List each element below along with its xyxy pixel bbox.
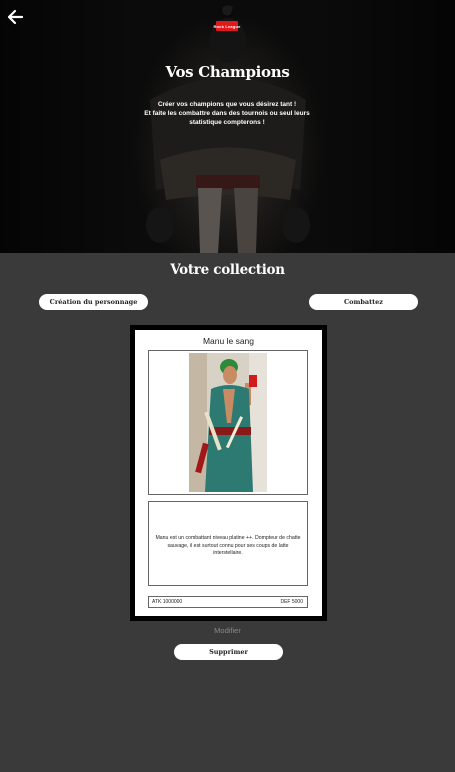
subtitle-line: statistique compterons !	[189, 119, 265, 126]
champion-description: Manu est un combattant niveau platine ++…	[155, 535, 301, 556]
page-title: Vos Champions	[165, 63, 290, 81]
logo-icon	[216, 4, 238, 31]
champion-image-frame	[148, 350, 308, 495]
delete-button[interactable]: Supprimer	[174, 644, 283, 660]
logo-text: Rock League	[213, 24, 241, 29]
back-arrow-icon[interactable]	[6, 8, 24, 26]
champion-card-inner: Manu le sang Manu est un combattant nive…	[135, 330, 322, 616]
create-character-button[interactable]: Création du personnage	[39, 294, 148, 310]
champion-card: Manu le sang Manu est un combattant nive…	[130, 325, 327, 621]
collection-title: Votre collection	[170, 262, 285, 278]
subtitle-line: Créer vos champions que vous désirez tan…	[157, 101, 297, 108]
hero-banner: Rock League Vos Champions Créer vos cham…	[0, 0, 455, 253]
champion-description-frame: Manu est un combattant niveau platine ++…	[148, 501, 308, 586]
champion-photo	[189, 353, 267, 492]
page-subtitle: Créer vos champions que vous désirez tan…	[127, 100, 327, 127]
champion-name: Manu le sang	[202, 336, 255, 346]
subtitle-line: Et faite les combattre dans des tournois…	[144, 110, 310, 117]
modify-link[interactable]: Modifier	[0, 626, 455, 635]
defense-stat: DEF 5000	[280, 599, 303, 605]
attack-stat: ATK 1000000	[152, 599, 183, 605]
fight-button[interactable]: Combattez	[309, 294, 418, 310]
champion-stats: ATK 1000000 DEF 5000	[148, 596, 308, 608]
logo: Rock League	[209, 2, 245, 36]
